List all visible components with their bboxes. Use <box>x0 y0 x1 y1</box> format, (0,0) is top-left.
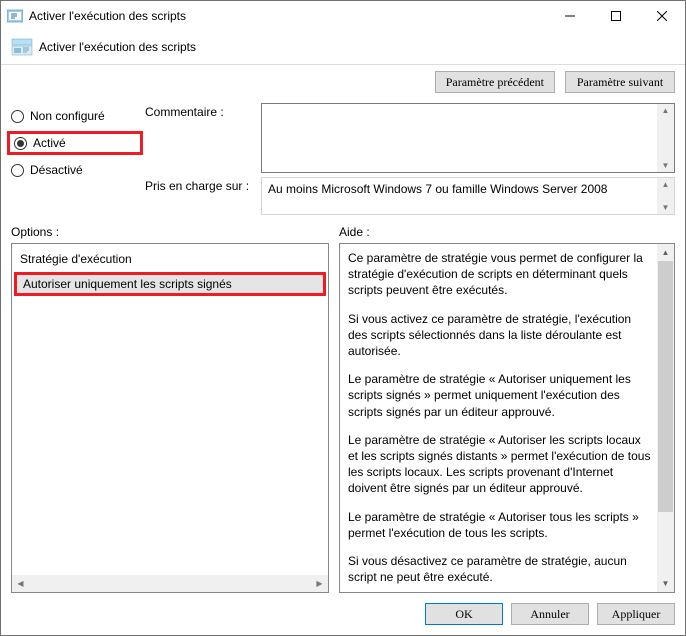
maximize-button[interactable] <box>593 1 639 30</box>
help-paragraph: Ce paramètre de stratégie vous permet de… <box>348 250 652 299</box>
nav-buttons: Paramètre précédent Paramètre suivant <box>1 65 685 103</box>
app-icon <box>7 8 23 24</box>
scroll-right-icon: ▶ <box>311 579 328 588</box>
previous-setting-button[interactable]: Paramètre précédent <box>435 71 555 93</box>
scroll-up-icon: ▲ <box>662 178 670 191</box>
policy-icon <box>11 36 33 58</box>
subheader: Activer l'exécution des scripts <box>1 30 685 65</box>
scrollbar-horizontal[interactable]: ◀ ▶ <box>12 575 328 592</box>
config-section: Non configuré Activé Désactivé Commentai… <box>1 103 685 215</box>
help-paragraph: Si vous activez ce paramètre de stratégi… <box>348 311 652 360</box>
cancel-button[interactable]: Annuler <box>511 603 589 625</box>
help-paragraph: Si vous désactivez ce paramètre de strat… <box>348 553 652 585</box>
scroll-left-icon: ◀ <box>12 579 29 588</box>
next-setting-button[interactable]: Paramètre suivant <box>565 71 675 93</box>
highlight-enabled: Activé <box>7 131 143 155</box>
help-paragraph: Le paramètre de stratégie « Autoriser un… <box>348 371 652 420</box>
radio-label: Non configuré <box>30 109 105 123</box>
apply-button[interactable]: Appliquer <box>597 603 675 625</box>
comment-label: Commentaire : <box>145 103 255 119</box>
close-button[interactable] <box>639 1 685 30</box>
radio-label: Activé <box>33 136 66 150</box>
scroll-up-icon: ▲ <box>657 244 674 261</box>
scrollbar-vertical[interactable]: ▲ ▼ <box>657 244 674 592</box>
scrollbar-vertical[interactable]: ▲ ▼ <box>657 104 674 172</box>
radio-enabled[interactable]: Activé <box>14 136 136 150</box>
supported-on-box: Au moins Microsoft Windows 7 ou famille … <box>261 177 675 215</box>
execution-policy-label: Stratégie d'exécution <box>14 248 326 270</box>
execution-policy-dropdown[interactable]: Autoriser uniquement les scripts signés <box>14 272 326 296</box>
state-radio-group: Non configuré Activé Désactivé <box>11 103 139 215</box>
help-label: Aide : <box>339 225 675 239</box>
scrollbar-thumb[interactable] <box>658 261 673 512</box>
scroll-down-icon: ▼ <box>662 159 670 172</box>
window-title: Activer l'exécution des scripts <box>29 9 547 23</box>
help-paragraph: Le paramètre de stratégie « Autoriser to… <box>348 509 652 541</box>
supported-on-label: Pris en charge sur : <box>145 177 255 193</box>
scrollbar-vertical[interactable]: ▲ ▼ <box>657 178 674 214</box>
help-paragraph: Le paramètre de stratégie « Autoriser le… <box>348 432 652 497</box>
ok-button[interactable]: OK <box>425 603 503 625</box>
scroll-down-icon: ▼ <box>657 575 674 592</box>
dialog-footer: OK Annuler Appliquer <box>1 593 685 635</box>
options-panel: Stratégie d'exécution Autoriser uniqueme… <box>11 243 329 593</box>
help-panel: Ce paramètre de stratégie vous permet de… <box>339 243 675 593</box>
policy-dialog-window: Activer l'exécution des scripts Activer … <box>0 0 686 636</box>
help-content: Ce paramètre de stratégie vous permet de… <box>340 244 674 592</box>
radio-label: Désactivé <box>30 163 83 177</box>
info-fields: Commentaire : ▲ ▼ Pris en charge sur : A… <box>145 103 675 215</box>
minimize-button[interactable] <box>547 1 593 30</box>
dropdown-selected-value: Autoriser uniquement les scripts signés <box>23 277 232 291</box>
panels-row: Stratégie d'exécution Autoriser uniqueme… <box>1 243 685 593</box>
options-content: Stratégie d'exécution Autoriser uniqueme… <box>12 244 328 575</box>
scroll-down-icon: ▼ <box>662 201 670 214</box>
supported-on-value: Au moins Microsoft Windows 7 ou famille … <box>268 182 607 196</box>
panels-labels: Options : Aide : <box>1 215 685 243</box>
radio-icon <box>14 137 27 150</box>
scroll-up-icon: ▲ <box>662 104 670 117</box>
subheader-title: Activer l'exécution des scripts <box>39 40 196 54</box>
radio-disabled[interactable]: Désactivé <box>11 163 139 177</box>
titlebar: Activer l'exécution des scripts <box>1 1 685 30</box>
comment-textarea[interactable]: ▲ ▼ <box>261 103 675 173</box>
window-controls <box>547 1 685 30</box>
radio-icon <box>11 164 24 177</box>
options-label: Options : <box>11 225 329 239</box>
radio-not-configured[interactable]: Non configuré <box>11 109 139 123</box>
radio-icon <box>11 110 24 123</box>
